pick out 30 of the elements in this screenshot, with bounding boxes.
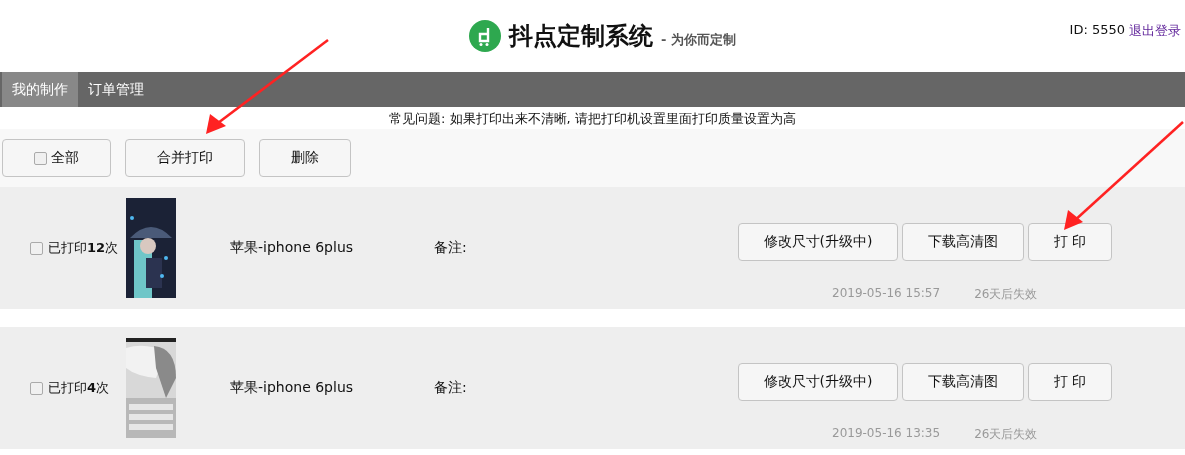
phone-model: 苹果-iphone 6plus [230, 239, 355, 257]
logout-link[interactable]: 退出登录 [1129, 22, 1181, 40]
action-button[interactable]: 下载高清图 [902, 223, 1024, 261]
expiry-text: 26天后失效 [974, 426, 1038, 443]
toolbar-button[interactable]: 删除 [259, 139, 351, 177]
checkbox[interactable] [30, 241, 43, 255]
notice-text: 常见问题: 如果打印出来不清晰, 请把打印机设置里面打印质量设置为高 [388, 110, 797, 128]
nav-tab[interactable]: 我的制作 [2, 72, 78, 107]
note-label: 备注: [434, 239, 468, 257]
nav-tab[interactable]: 订单管理 [78, 72, 154, 107]
order-date: 2019-05-16 15:57 [832, 286, 941, 302]
action-button[interactable]: 打 印 [1028, 223, 1112, 261]
action-button[interactable]: 修改尺寸(升级中) [738, 223, 898, 261]
action-button[interactable]: 修改尺寸(升级中) [738, 363, 898, 401]
print-count: 已打印12次 [48, 239, 119, 257]
site-slogan: - 为你而定制 [661, 31, 736, 49]
order-date: 2019-05-16 13:35 [832, 426, 941, 442]
toolbar-button[interactable]: 合并打印 [125, 139, 245, 177]
logo-icon [469, 20, 502, 52]
note-label: 备注: [434, 379, 468, 397]
print-count: 已打印4次 [48, 379, 110, 397]
checkbox[interactable] [30, 381, 43, 395]
action-button[interactable]: 打 印 [1028, 363, 1112, 401]
expiry-text: 26天后失效 [974, 286, 1038, 303]
user-id: ID: 5550 [1069, 22, 1125, 39]
phone-model: 苹果-iphone 6plus [230, 379, 355, 397]
action-button[interactable]: 下载高清图 [902, 363, 1024, 401]
checkbox[interactable] [34, 151, 47, 165]
site-title: 抖点定制系统 [509, 20, 654, 52]
select-all-button[interactable]: 全部 [2, 139, 111, 177]
